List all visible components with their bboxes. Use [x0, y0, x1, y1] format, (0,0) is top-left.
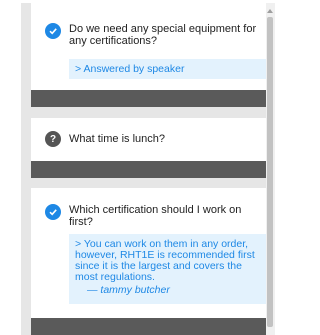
questions-panel: Do we need any special equipment for any… — [21, 3, 266, 335]
scrollbar-thumb[interactable] — [267, 17, 273, 327]
answer-box: > You can work on them in any order, how… — [69, 234, 266, 304]
answer-text: > Answered by speaker — [75, 63, 185, 75]
question-card: ? What time is lunch? — [31, 118, 266, 161]
check-circle-icon — [45, 204, 61, 220]
question-text: Do we need any special equipment for any… — [69, 23, 257, 47]
check-circle-icon — [45, 23, 61, 39]
question-text: Which certification should I work on fir… — [69, 204, 242, 228]
question-text: What time is lunch? — [69, 133, 165, 145]
answer-author: — tammy butcher — [87, 284, 170, 296]
answer-text: > You can work on them in any order, how… — [75, 238, 255, 283]
card-footer — [31, 90, 266, 107]
vertical-scrollbar[interactable] — [266, 3, 275, 335]
question-card: Do we need any special equipment for any… — [31, 3, 266, 90]
answer-box: > Answered by speaker — [69, 59, 266, 79]
question-card: Which certification should I work on fir… — [31, 188, 266, 318]
question-icon: ? — [45, 131, 61, 147]
card-footer — [31, 318, 266, 335]
scroll-up-arrow-icon[interactable] — [267, 9, 273, 13]
card-footer — [31, 161, 266, 178]
